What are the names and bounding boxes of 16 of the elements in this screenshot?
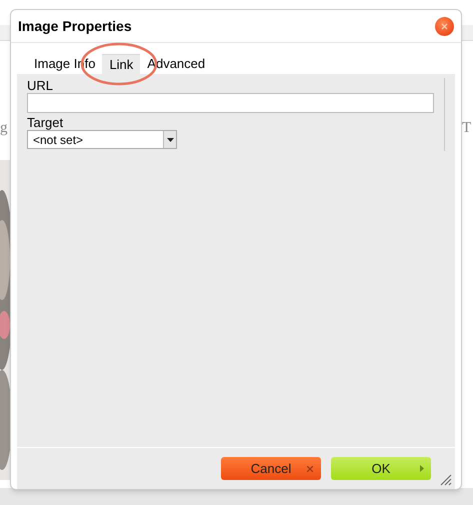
arrow-icon [420,465,424,472]
field-label: URL [27,78,54,93]
dialog-title: Image Properties [18,16,132,36]
caret-icon [166,138,174,142]
close-button[interactable] [435,16,454,36]
cancel-button[interactable]: Cancel [221,457,321,480]
close-icon [307,466,313,472]
url-field[interactable] [27,93,434,113]
page-text: T [462,119,472,138]
target-select[interactable]: <not set> [27,130,177,149]
tab[interactable]: Link [102,54,140,74]
field-label: Target [27,115,64,130]
close-icon [441,22,448,30]
resize-grip-icon [440,474,452,486]
page-text: g [0,119,8,138]
ok-button[interactable]: OK [331,457,431,480]
